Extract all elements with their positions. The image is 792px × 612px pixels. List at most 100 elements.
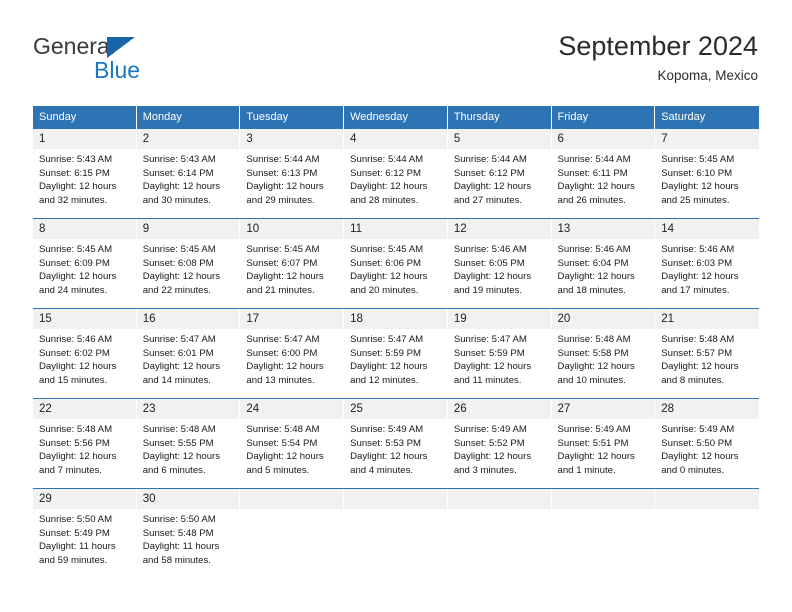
day-number[interactable]: 11 [344,219,448,239]
day-cell-empty [552,509,656,578]
day-cell-empty [448,509,552,578]
sunrise-text: Sunrise: 5:45 AM [246,244,320,255]
day-cell: Sunrise: 5:46 AM Sunset: 6:05 PM Dayligh… [448,239,552,308]
daylight-text-line2: and 3 minutes. [453,464,517,476]
sunset-text: Sunset: 6:14 PM [142,167,214,179]
sunset-text: Sunset: 6:08 PM [142,257,214,269]
daylight-text-line2: and 58 minutes. [142,554,211,566]
sunrise-text: Sunrise: 5:48 AM [39,424,113,435]
weekday-header-wednesday: Wednesday [344,106,448,129]
day-number[interactable]: 13 [551,219,656,239]
day-number[interactable]: 23 [136,399,241,419]
day-number[interactable]: 2 [136,129,241,149]
day-cell: Sunrise: 5:50 AM Sunset: 5:48 PM Dayligh… [137,509,241,578]
daylight-text-line2: and 14 minutes. [142,374,211,386]
sunset-text: Sunset: 5:56 PM [39,437,110,449]
day-number[interactable]: 14 [655,219,759,239]
day-number[interactable]: 18 [344,309,448,329]
weekday-header-row: Sunday Monday Tuesday Wednesday Thursday… [33,106,759,129]
daylight-text-line2: and 8 minutes. [661,374,725,386]
sunrise-text: Sunrise: 5:48 AM [557,334,631,345]
daylight-text-line1: Daylight: 12 hours [557,451,635,463]
day-number-empty [655,489,759,509]
sunset-text: Sunset: 6:09 PM [39,257,110,269]
daylight-text-line2: and 1 minute. [557,464,616,476]
daylight-text-line2: and 10 minutes. [557,374,626,386]
sunset-text: Sunset: 5:51 PM [557,437,629,449]
day-number[interactable]: 3 [240,129,345,149]
day-cell: Sunrise: 5:43 AM Sunset: 6:15 PM Dayligh… [33,149,137,218]
day-cell: Sunrise: 5:49 AM Sunset: 5:50 PM Dayligh… [655,419,759,488]
daylight-text-line1: Daylight: 12 hours [350,271,428,283]
day-number[interactable]: 26 [447,399,552,419]
day-number[interactable]: 16 [136,309,241,329]
weekday-header-thursday: Thursday [447,106,552,129]
sunrise-text: Sunrise: 5:44 AM [246,154,320,165]
day-number[interactable]: 21 [655,309,759,329]
daylight-text-line1: Daylight: 12 hours [39,451,117,463]
day-number[interactable]: 6 [551,129,656,149]
sunset-text: Sunset: 6:00 PM [246,347,318,359]
daylight-text-line2: and 32 minutes. [39,194,108,206]
day-number[interactable]: 10 [240,219,345,239]
day-number[interactable]: 1 [33,129,137,149]
sunset-text: Sunset: 5:54 PM [246,437,318,449]
daylight-text-line2: and 12 minutes. [350,374,419,386]
day-number[interactable]: 12 [447,219,552,239]
day-number[interactable]: 17 [240,309,345,329]
day-number[interactable]: 24 [240,399,345,419]
daylight-text-line1: Daylight: 12 hours [246,451,324,463]
sunset-text: Sunset: 5:57 PM [661,347,733,359]
daylight-text-line1: Daylight: 12 hours [661,271,739,283]
daylight-text-line1: Daylight: 12 hours [142,271,221,283]
day-number[interactable]: 8 [33,219,137,239]
day-number[interactable]: 9 [136,219,241,239]
day-number[interactable]: 30 [136,489,241,509]
sunset-text: Sunset: 6:05 PM [453,257,525,269]
day-number-empty [344,489,448,509]
sunset-text: Sunset: 6:01 PM [142,347,214,359]
week-detail-row: Sunrise: 5:48 AM Sunset: 5:56 PM Dayligh… [33,419,759,488]
day-cell: Sunrise: 5:44 AM Sunset: 6:13 PM Dayligh… [240,149,344,218]
day-cell-empty [344,509,448,578]
sunrise-text: Sunrise: 5:47 AM [453,334,527,345]
daylight-text-line1: Daylight: 12 hours [557,271,635,283]
sunset-text: Sunset: 5:59 PM [350,347,422,359]
day-cell: Sunrise: 5:46 AM Sunset: 6:03 PM Dayligh… [655,239,759,308]
day-number[interactable]: 20 [551,309,656,329]
day-cell: Sunrise: 5:45 AM Sunset: 6:09 PM Dayligh… [33,239,137,308]
week-daynumber-row: 29 30 [33,489,759,509]
sunrise-text: Sunrise: 5:43 AM [142,154,216,165]
weekday-header-tuesday: Tuesday [240,106,345,129]
day-number[interactable]: 5 [447,129,552,149]
sunrise-text: Sunrise: 5:46 AM [39,334,113,345]
day-number[interactable]: 7 [655,129,759,149]
day-number[interactable]: 22 [33,399,137,419]
week-row: 29 30 Sunrise: 5:50 AM Sunset: 5:49 PM D… [33,488,759,578]
sunset-text: Sunset: 6:12 PM [350,167,422,179]
day-number[interactable]: 27 [551,399,656,419]
day-number[interactable]: 19 [447,309,552,329]
day-cell: Sunrise: 5:47 AM Sunset: 5:59 PM Dayligh… [448,329,552,398]
day-number[interactable]: 28 [655,399,759,419]
daylight-text-line2: and 11 minutes. [453,374,522,386]
weekday-header-saturday: Saturday [655,106,759,129]
day-number[interactable]: 25 [344,399,448,419]
day-cell: Sunrise: 5:45 AM Sunset: 6:07 PM Dayligh… [240,239,344,308]
daylight-text-line1: Daylight: 11 hours [142,541,220,553]
week-daynumber-row: 22 23 24 25 26 27 28 [33,399,759,419]
day-number[interactable]: 15 [33,309,137,329]
daylight-text-line1: Daylight: 12 hours [453,181,532,193]
day-cell: Sunrise: 5:47 AM Sunset: 6:01 PM Dayligh… [137,329,241,398]
page-title: September 2024 [558,31,758,61]
daylight-text-line1: Daylight: 12 hours [246,181,324,193]
sunset-text: Sunset: 5:59 PM [453,347,525,359]
day-number[interactable]: 4 [344,129,448,149]
sunset-text: Sunset: 5:48 PM [142,527,214,539]
day-cell: Sunrise: 5:45 AM Sunset: 6:10 PM Dayligh… [655,149,759,218]
title-block: September 2024 Kopoma, Mexico [558,30,758,84]
day-number-empty [447,489,552,509]
day-number[interactable]: 29 [33,489,137,509]
brand-logo[interactable]: General Blue [33,33,233,89]
daylight-text-line1: Daylight: 12 hours [661,361,739,373]
